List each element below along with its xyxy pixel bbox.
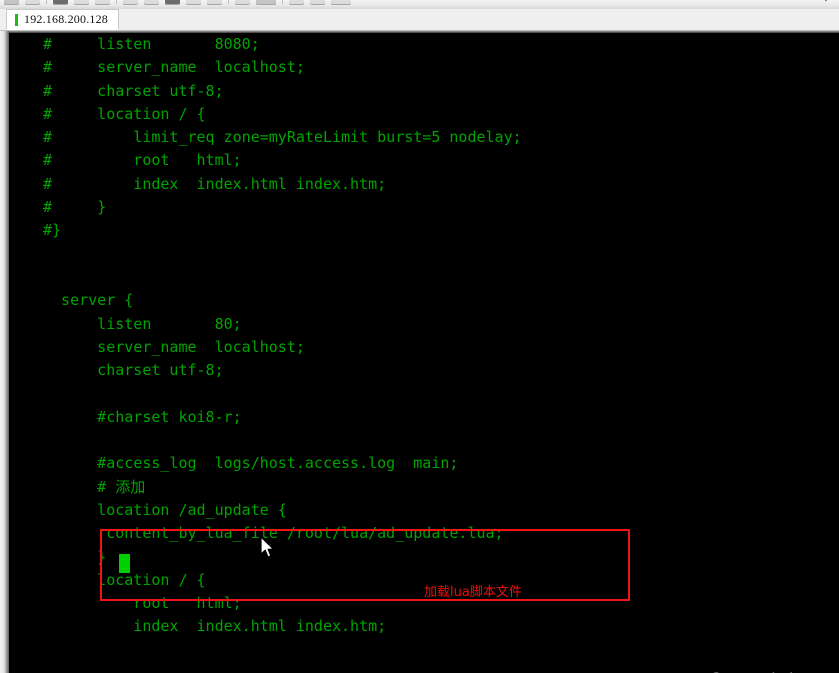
text-cursor [119,554,130,573]
new-session-icon[interactable] [4,0,19,5]
layout-icon[interactable] [289,0,304,5]
code-line: } [43,547,107,566]
code-line: server { [43,291,134,310]
toolbar-separator [282,0,283,4]
code-line: # limit_req zone=myRateLimit burst=5 nod… [43,128,522,147]
tab-connected-indicator [15,13,18,26]
tab-session-192-168-200-128[interactable]: 192.168.200.128 [6,9,119,30]
annotation-note: 加载lua脚本文件 [424,585,522,600]
code-line: # root html; [43,151,242,170]
code-line: # charset utf-8; [43,81,224,100]
terminal-body[interactable]: # listen 8080; # server_name localhost; # … [0,31,839,673]
save-icon[interactable] [53,0,68,5]
toolbar-separator [228,0,229,4]
log-session-icon[interactable] [186,0,201,5]
code-line: location /ad_update { [43,500,287,519]
code-line: index index.html index.htm; [43,617,387,636]
code-line: # listen 8080; [43,35,260,53]
code-line: content_by_lua_file /root/lua/ad_update.… [43,524,504,543]
chevron-down-icon[interactable] [821,0,831,2]
transfer-icon[interactable] [207,0,222,5]
code-line: # location / { [43,104,206,123]
code-line: server_name localhost; [43,337,305,356]
code-line: listen 80; [43,314,242,333]
toolbar-icon-group [4,0,351,8]
find-icon[interactable] [144,0,159,5]
copy-icon[interactable] [95,0,110,5]
mouse-pointer-icon [261,537,274,558]
code-line: #charset koi8-r; [43,407,242,426]
toolbar-separator [46,0,47,4]
print-icon[interactable] [74,0,89,5]
terminal-scrollbar[interactable] [0,31,9,673]
help-icon[interactable] [256,0,276,5]
settings-icon[interactable] [235,0,250,5]
code-line: # server_name localhost; [43,58,305,77]
fullscreen-icon[interactable] [310,0,325,5]
tab-bar: 192.168.200.128 [0,9,839,31]
paste-icon[interactable] [123,0,138,5]
code-line: # 添加 [43,477,146,496]
code-line: #access_log logs/host.access.log main; [43,454,459,473]
tab-label: 192.168.200.128 [24,12,108,26]
code-line: # } [43,198,107,217]
toolbar-separator [116,0,117,4]
code-line: charset utf-8; [43,361,224,380]
code-line: # index index.html index.htm; [43,174,387,193]
editor-text-area[interactable]: # listen 8080; # server_name localhost; # … [9,33,839,639]
clear-screen-icon[interactable] [165,0,180,5]
code-line: #} [43,221,62,240]
more-icon[interactable] [331,0,351,5]
terminal-window: 192.168.200.128 # listen 8080; # server_n… [0,0,839,673]
open-folder-icon[interactable] [25,0,40,5]
